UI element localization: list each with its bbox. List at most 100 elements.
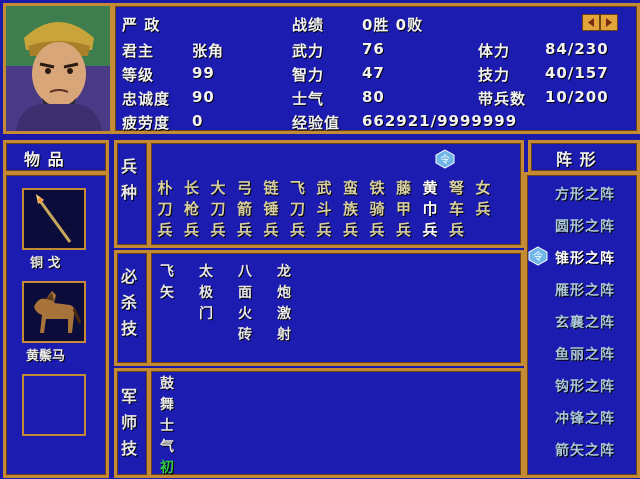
strategist-skills-label: 军师技 — [119, 384, 139, 462]
troop-type-char: 长 — [183, 179, 199, 197]
formation-item[interactable]: 箭矢之阵 — [555, 440, 615, 460]
skill-0[interactable]: 鼓舞士气初 — [158, 374, 176, 479]
lord-label: 君主 — [122, 42, 155, 60]
troop-type-char: 兵 — [342, 221, 358, 239]
troop-type-3[interactable]: 弓箭兵 — [236, 178, 254, 241]
troop-type-char: 车 — [448, 200, 464, 218]
troop-type-char: 兵 — [183, 221, 199, 239]
troop-type-char: 兵 — [448, 221, 464, 239]
formation-item[interactable]: 玄襄之阵 — [555, 312, 615, 332]
formation-item[interactable]: 冲锋之阵 — [555, 408, 615, 428]
strategist-skills-panel — [148, 368, 524, 478]
formation-item[interactable]: 鱼丽之阵 — [555, 344, 615, 364]
troop-type-char: 巾 — [422, 200, 438, 218]
vertical-label-char: 种 — [120, 183, 137, 202]
troop-types-panel — [148, 140, 524, 248]
troop-type-char: 黄 — [422, 179, 438, 197]
troop-type-char: 兵 — [369, 221, 385, 239]
prev-general-button[interactable] — [582, 14, 600, 31]
skill-char: 初 — [160, 460, 174, 476]
skill-char: 炮 — [277, 285, 291, 301]
arrow-right-icon — [606, 18, 612, 27]
skill-char: 极 — [199, 285, 213, 301]
skill-1[interactable]: 太极门 — [197, 262, 215, 325]
troop-type-char: 朴 — [157, 179, 173, 197]
formation-item[interactable]: 钩形之阵 — [555, 376, 615, 396]
troop-type-4[interactable]: 链锤兵 — [262, 178, 280, 241]
troop-type-char: 骑 — [369, 200, 385, 218]
troop-type-char: 兵 — [263, 221, 279, 239]
item-slot-2[interactable] — [22, 281, 86, 343]
formation-item[interactable]: 雁形之阵 — [555, 280, 615, 300]
troop-type-char: 武 — [316, 179, 332, 197]
next-general-button[interactable] — [600, 14, 618, 31]
troop-type-11[interactable]: 弩车兵 — [448, 178, 466, 241]
skill-char: 太 — [199, 264, 213, 280]
arrow-left-icon — [588, 18, 594, 27]
skill-char: 气 — [160, 439, 174, 455]
skill-char: 火 — [238, 306, 252, 322]
vertical-label-char: 军 — [120, 387, 137, 406]
troop-type-2[interactable]: 大刀兵 — [209, 178, 227, 241]
skill-char: 士 — [160, 418, 174, 434]
skill-3[interactable]: 龙炮激射 — [275, 262, 293, 346]
morale-label: 士气 — [292, 90, 325, 108]
troop-type-6[interactable]: 武斗兵 — [315, 178, 333, 241]
badge-text: 令 — [440, 153, 450, 166]
troop-type-5[interactable]: 飞刀兵 — [289, 178, 307, 241]
formation-item[interactable]: 锥形之阵 — [555, 248, 615, 268]
skill-0[interactable]: 飞矢 — [158, 262, 176, 304]
exp-label: 经验值 — [292, 114, 341, 132]
troop-type-char: 兵 — [475, 200, 491, 218]
troop-type-12[interactable]: 女兵 — [474, 178, 492, 220]
intel-value: 47 — [362, 64, 385, 82]
troop-type-0[interactable]: 朴刀兵 — [156, 178, 174, 241]
skill-char: 鼓 — [160, 376, 174, 392]
level-value: 99 — [192, 64, 215, 82]
portrait-frame — [3, 3, 113, 134]
skill-char: 舞 — [160, 397, 174, 413]
general-portrait — [6, 6, 110, 131]
troop-type-char: 藤 — [395, 179, 411, 197]
troop-type-char: 大 — [210, 179, 226, 197]
vertical-label-char: 必 — [120, 267, 137, 286]
skill-char: 飞 — [160, 264, 174, 280]
hp-label: 体力 — [478, 42, 511, 60]
record-label: 战绩 — [292, 16, 325, 34]
formation-selected-badge: 令 — [528, 246, 548, 266]
troop-type-9[interactable]: 藤甲兵 — [395, 178, 413, 241]
skill-char: 射 — [277, 327, 291, 343]
morale-value: 80 — [362, 88, 385, 106]
horse-icon — [34, 291, 82, 333]
troop-type-8[interactable]: 铁骑兵 — [368, 178, 386, 241]
hp-value: 84/230 — [545, 40, 609, 58]
exp-value: 662921/9999999 — [362, 112, 518, 130]
troop-type-char: 兵 — [210, 221, 226, 239]
formation-item[interactable]: 方形之阵 — [555, 184, 615, 204]
troop-type-char: 弓 — [236, 179, 252, 197]
troop-type-char: 兵 — [395, 221, 411, 239]
troop-type-char: 弩 — [448, 179, 464, 197]
troop-type-char: 兵 — [422, 221, 438, 239]
troop-type-char: 链 — [263, 179, 279, 197]
skill-char: 面 — [238, 285, 252, 301]
skill-char: 龙 — [277, 264, 291, 280]
level-label: 等级 — [122, 66, 155, 84]
troop-type-7[interactable]: 蛮族兵 — [342, 178, 360, 241]
troop-type-1[interactable]: 长枪兵 — [183, 178, 201, 241]
formation-item[interactable]: 圆形之阵 — [555, 216, 615, 236]
troop-type-char: 枪 — [183, 200, 199, 218]
items-title: 物 品 — [24, 150, 65, 169]
item-slot-1[interactable] — [22, 188, 86, 250]
troops-label: 带兵数 — [478, 90, 527, 108]
vertical-label-char: 师 — [120, 413, 137, 432]
item-slot-3[interactable] — [22, 374, 86, 436]
troop-type-char: 铁 — [369, 179, 385, 197]
troop-type-char: 族 — [342, 200, 358, 218]
spear-icon — [36, 194, 72, 243]
troop-type-10[interactable]: 黄巾兵 — [421, 178, 439, 241]
troops-value: 10/200 — [545, 88, 609, 106]
skill-2[interactable]: 八面火砖 — [236, 262, 254, 346]
vertical-label-char: 技 — [120, 319, 137, 338]
loyalty-label: 忠诚度 — [122, 90, 171, 108]
